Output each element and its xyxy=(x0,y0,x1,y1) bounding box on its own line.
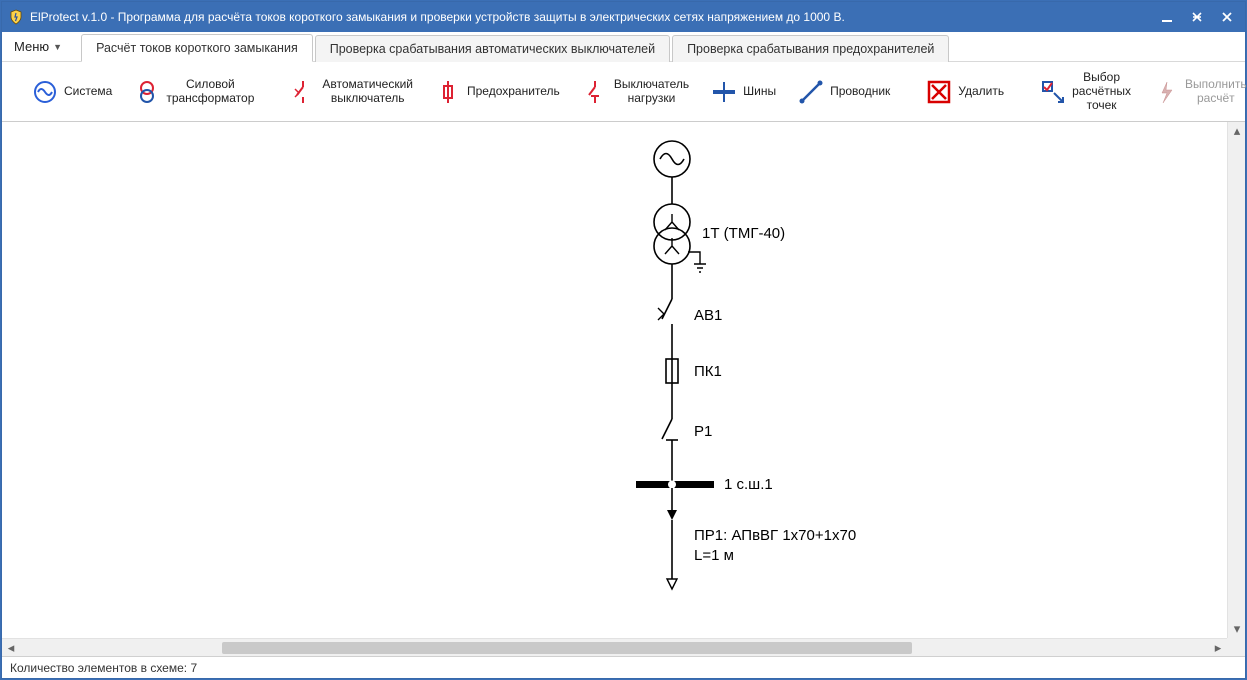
scroll-corner xyxy=(1227,638,1245,656)
tool-label: Выключатель нагрузки xyxy=(614,78,689,106)
cable-label-1: ПР1: АПвВГ 1x70+1x70 xyxy=(694,527,856,544)
tab-label: Проверка срабатывания автоматических вык… xyxy=(330,42,655,56)
canvas-area: 1Т (ТМГ-40) АВ1 ПК1 Р1 xyxy=(2,122,1245,656)
breaker-icon xyxy=(290,79,316,105)
tool-label: Предохранитель xyxy=(467,85,560,99)
tabs: Расчёт токов короткого замыкания Проверк… xyxy=(81,32,951,61)
statusbar: Количество элементов в схеме: 7 xyxy=(2,656,1245,678)
diagram[interactable]: 1Т (ТМГ-40) АВ1 ПК1 Р1 xyxy=(622,134,922,617)
tool-load-switch[interactable]: Выключатель нагрузки xyxy=(572,75,699,109)
tool-label: Система xyxy=(64,85,112,99)
tool-conductor[interactable]: Проводник xyxy=(788,76,900,108)
cable-label-2: L=1 м xyxy=(694,547,734,564)
tab-short-circuit[interactable]: Расчёт токов короткого замыкания xyxy=(81,34,313,62)
tool-label: Шины xyxy=(743,85,776,99)
run-icon xyxy=(1153,79,1179,105)
status-text: Количество элементов в схеме: 7 xyxy=(10,661,197,675)
window-controls xyxy=(1159,9,1239,25)
breaker-label: АВ1 xyxy=(694,307,722,324)
delete-icon xyxy=(926,79,952,105)
tool-calc-points[interactable]: Выбор расчётных точек xyxy=(1030,68,1141,115)
tool-system[interactable]: Система xyxy=(22,76,122,108)
tool-bus[interactable]: Шины xyxy=(701,76,786,108)
bus-icon xyxy=(711,79,737,105)
tab-breakers-check[interactable]: Проверка срабатывания автоматических вык… xyxy=(315,35,670,62)
conductor-icon xyxy=(798,79,824,105)
tab-fuses-check[interactable]: Проверка срабатывания предохранителей xyxy=(672,35,949,62)
transformer-icon xyxy=(134,79,160,105)
tool-fuse[interactable]: Предохранитель xyxy=(425,76,570,108)
tool-label: Выполнить расчёт xyxy=(1185,78,1247,106)
tool-breaker[interactable]: Автоматический выключатель xyxy=(280,75,423,109)
bus-label: 1 с.ш.1 xyxy=(724,476,773,493)
tool-label: Проводник xyxy=(830,85,890,99)
horizontal-scrollbar[interactable]: ◂ ▸ xyxy=(2,638,1227,656)
scroll-thumb[interactable] xyxy=(222,642,912,654)
toolbar: Система Силовой трансформатор Автоматиче… xyxy=(2,62,1245,122)
menu-label: Меню xyxy=(14,39,49,54)
app-window: ElProtect v.1.0 - Программа для расчёта … xyxy=(2,2,1245,678)
tool-label: Выбор расчётных точек xyxy=(1072,71,1131,112)
tool-label: Автоматический выключатель xyxy=(322,78,413,106)
scroll-up-button[interactable]: ▴ xyxy=(1228,122,1245,140)
scroll-down-button[interactable]: ▾ xyxy=(1228,620,1245,638)
transformer-label: 1Т (ТМГ-40) xyxy=(702,225,785,242)
scroll-left-button[interactable]: ◂ xyxy=(2,639,20,656)
tool-run-calc[interactable]: Выполнить расчёт xyxy=(1143,75,1247,109)
close-button[interactable] xyxy=(1219,9,1235,25)
tool-delete[interactable]: Удалить xyxy=(916,76,1014,108)
tool-transformer[interactable]: Силовой трансформатор xyxy=(124,75,264,109)
tool-label: Удалить xyxy=(958,85,1004,99)
tab-label: Проверка срабатывания предохранителей xyxy=(687,42,934,56)
switch-label: Р1 xyxy=(694,423,712,440)
tab-label: Расчёт токов короткого замыкания xyxy=(96,41,298,55)
chevron-down-icon: ▼ xyxy=(53,42,62,52)
calc-points-icon xyxy=(1040,79,1066,105)
diagram-canvas[interactable]: 1Т (ТМГ-40) АВ1 ПК1 Р1 xyxy=(2,122,1227,638)
scroll-right-button[interactable]: ▸ xyxy=(1209,639,1227,656)
tool-label: Силовой трансформатор xyxy=(166,78,254,106)
fuse-icon xyxy=(435,79,461,105)
titlebar[interactable]: ElProtect v.1.0 - Программа для расчёта … xyxy=(2,2,1245,32)
window-title: ElProtect v.1.0 - Программа для расчёта … xyxy=(30,10,1159,24)
app-icon xyxy=(8,9,24,25)
maximize-button[interactable] xyxy=(1189,9,1205,25)
load-switch-icon xyxy=(582,79,608,105)
vertical-scrollbar[interactable]: ▴ ▾ xyxy=(1227,122,1245,638)
system-icon xyxy=(32,79,58,105)
menu-button[interactable]: Меню ▼ xyxy=(2,32,75,61)
minimize-button[interactable] xyxy=(1159,9,1175,25)
fuse-label: ПК1 xyxy=(694,363,722,380)
menubar: Меню ▼ Расчёт токов короткого замыкания … xyxy=(2,32,1245,62)
